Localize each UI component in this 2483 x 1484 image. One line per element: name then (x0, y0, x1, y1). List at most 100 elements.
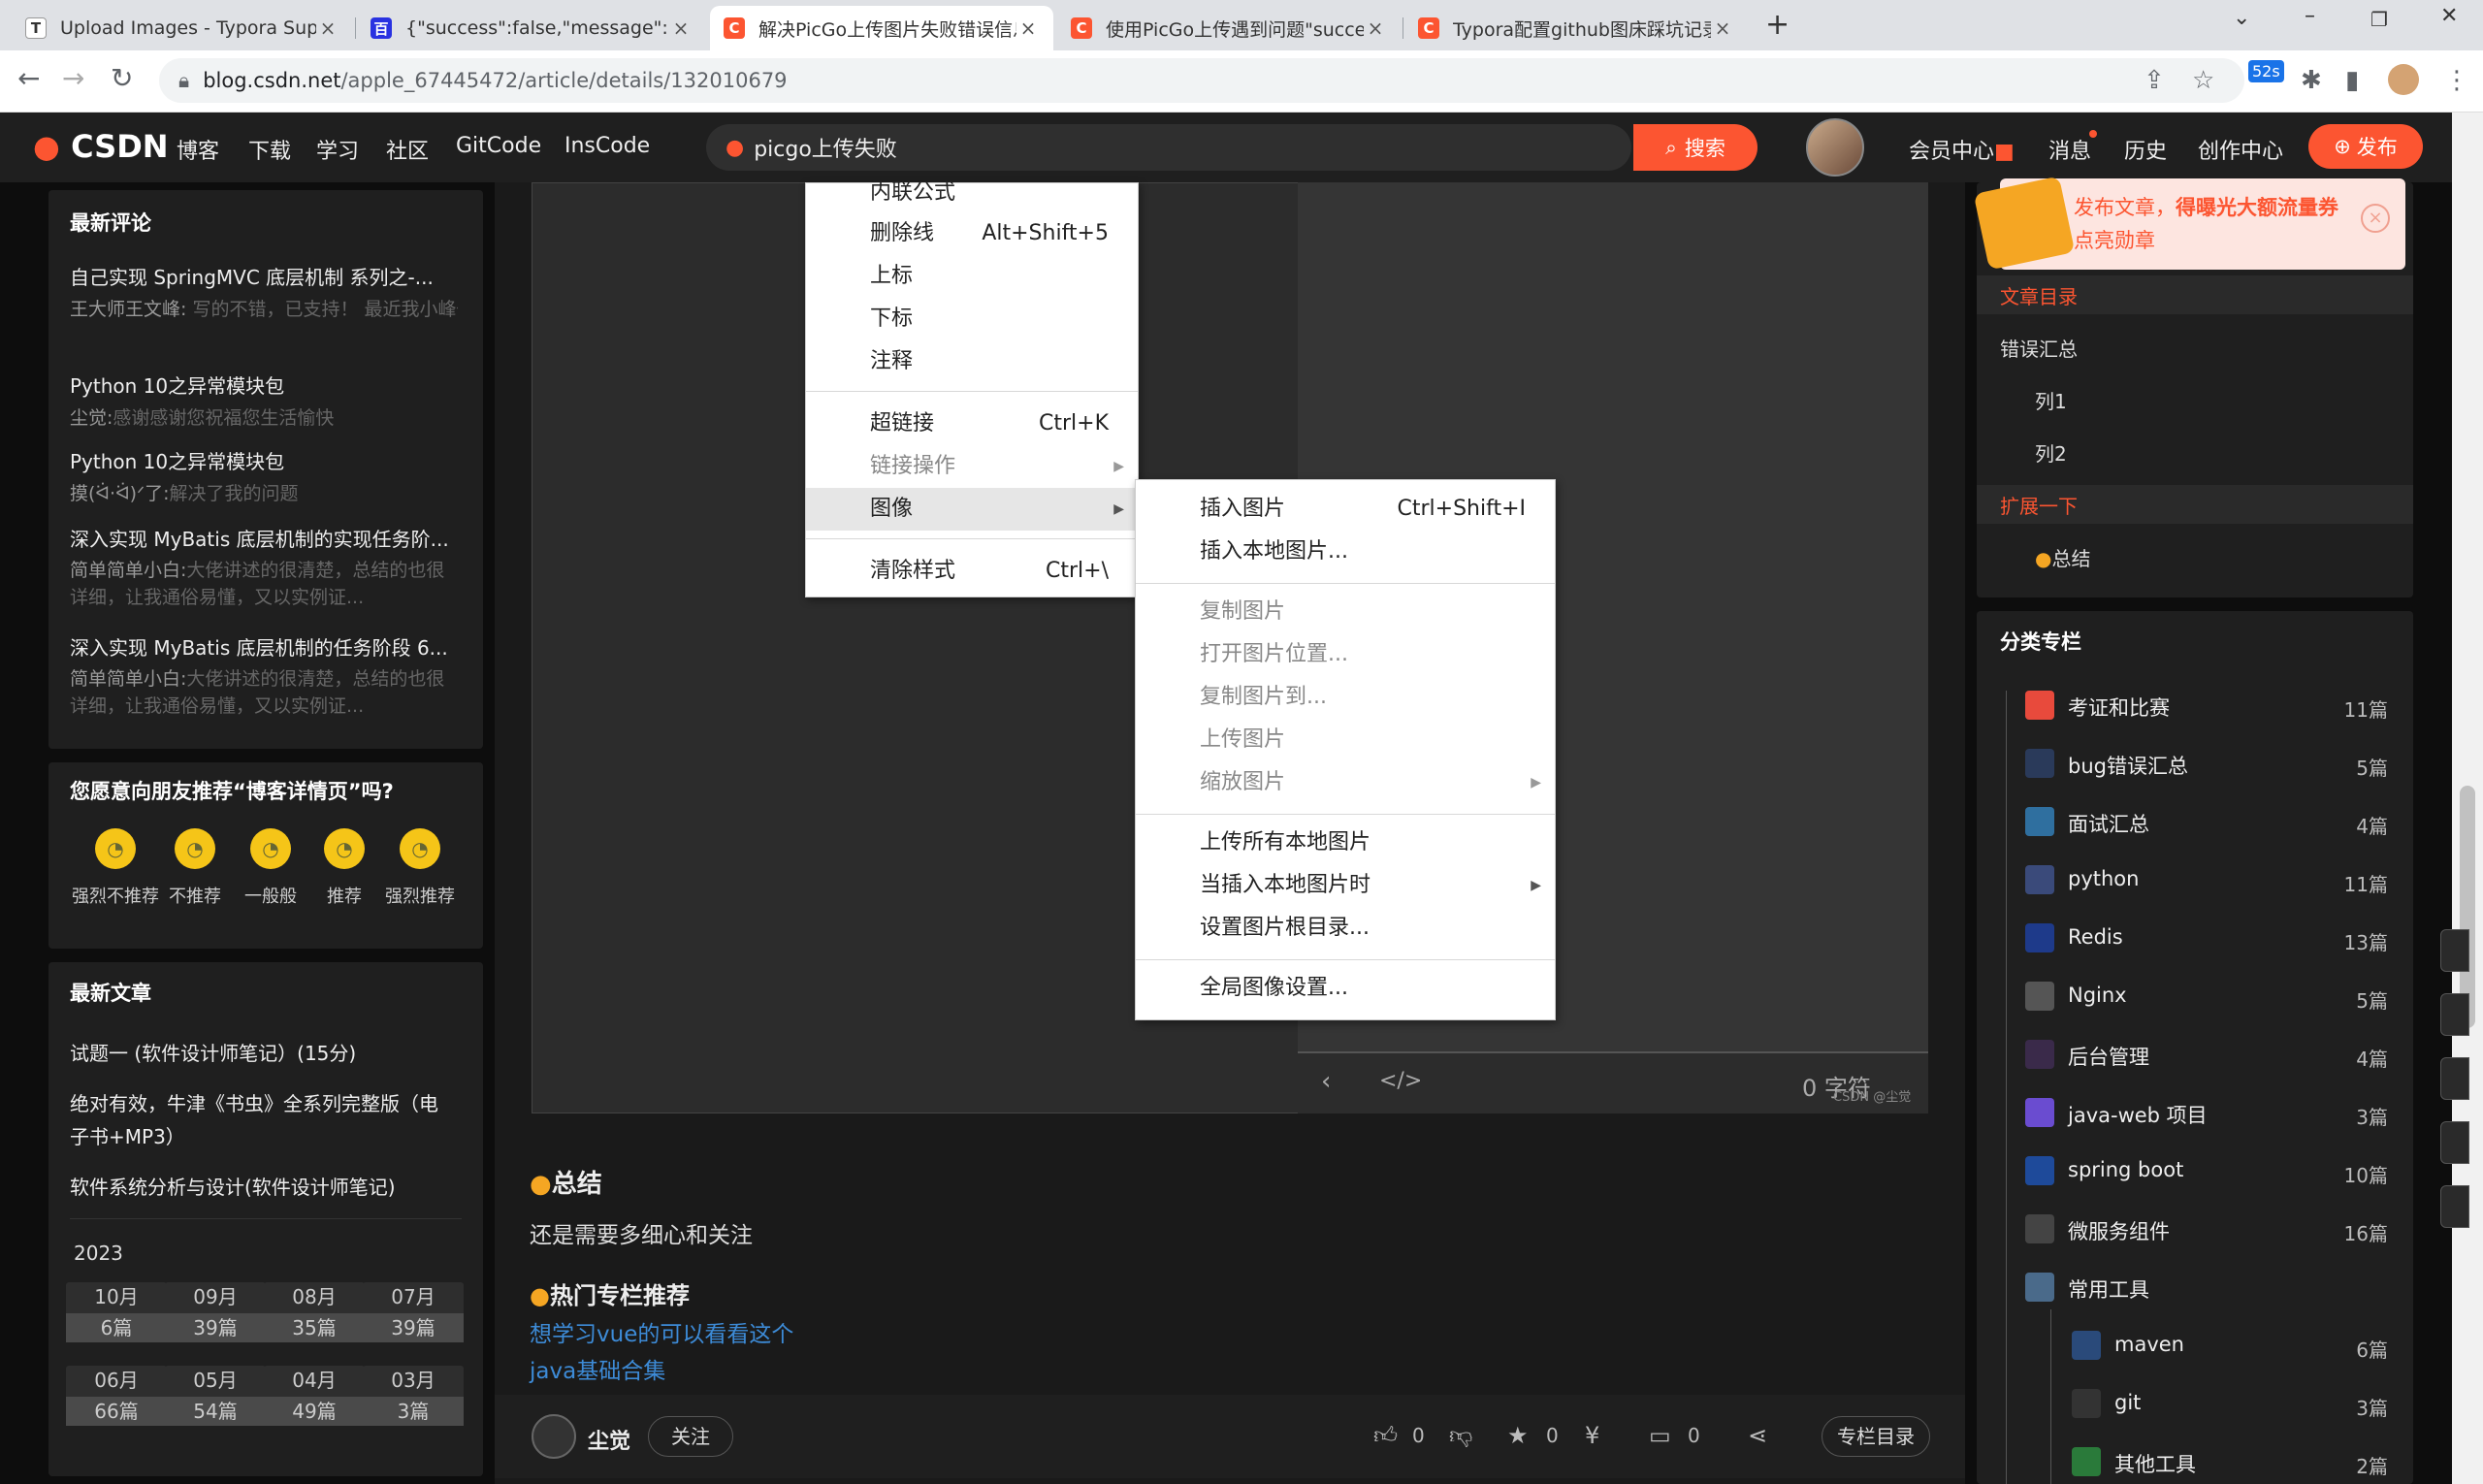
menu-item-strikethrough[interactable]: 删除线 Alt+Shift+5 (806, 212, 1138, 255)
latest-article-link[interactable]: 软件系统分析与设计(软件设计师笔记) (70, 1172, 396, 1200)
floating-tool-icon[interactable] (2440, 1121, 2469, 1164)
menu-item-zoom-image[interactable]: 缩放图片 ▶ (1136, 761, 1555, 804)
close-window-icon[interactable]: ✕ (2440, 4, 2458, 28)
archive-month[interactable]: 04月 49篇 (264, 1366, 365, 1426)
bookmark-star-icon[interactable]: ☆ (2192, 66, 2214, 95)
floating-tool-icon[interactable] (2440, 993, 2469, 1036)
browser-tab[interactable]: T Upload Images - Typora Supp × (12, 6, 353, 50)
menu-item-copy-image-to[interactable]: 复制图片到... (1136, 676, 1555, 719)
author-name[interactable]: 尘觉 (588, 1424, 630, 1455)
category-name[interactable]: 考证和比赛 (2068, 693, 2170, 722)
promo-banner[interactable]: 发布文章，得曝光大额流量券 点亮勋章 × (1973, 176, 2405, 271)
very-unhappy-face-icon[interactable]: ◔ (95, 828, 136, 869)
category-name[interactable]: 其他工具 (2114, 1449, 2196, 1478)
extensions-puzzle-icon[interactable]: ✱ (2301, 66, 2322, 95)
comment-article-link[interactable]: Python 10之异常模块包 (70, 371, 458, 399)
toc-item[interactable]: 错误汇总 (2000, 334, 2078, 362)
latest-article-link-cont[interactable]: 子书+MP3） (70, 1121, 185, 1149)
category-name[interactable]: Redis (2068, 925, 2123, 949)
category-name[interactable]: git (2114, 1391, 2141, 1414)
publish-button[interactable]: ⊕ 发布 (2308, 124, 2423, 169)
reload-icon[interactable]: ↻ (111, 62, 133, 94)
browser-tab[interactable]: C 使用PicGo上传遇到问题"succes × (1057, 6, 1401, 50)
nav-vip[interactable]: 会员中心■ (1909, 134, 2015, 165)
close-tab-icon[interactable]: × (1711, 16, 1734, 40)
menu-item-subscript[interactable]: 下标 (806, 298, 1138, 340)
share-icon[interactable]: ⇪ (2144, 66, 2165, 95)
nav-history[interactable]: 历史 (2124, 134, 2167, 165)
very-happy-face-icon[interactable]: ◔ (400, 828, 440, 869)
extension-timer-icon[interactable]: 52s (2248, 60, 2284, 82)
close-tab-icon[interactable]: × (1016, 16, 1040, 40)
toc-item-active[interactable]: 扩展一下 (2000, 491, 2078, 519)
menu-item-hyperlink[interactable]: 超链接 Ctrl+K (806, 403, 1138, 445)
nav-blog[interactable]: 博客 (177, 134, 219, 165)
comment-article-link[interactable]: 自己实现 SpringMVC 底层机制 系列之-... (70, 262, 458, 290)
menu-item-set-image-root[interactable]: 设置图片根目录... (1136, 907, 1555, 950)
archive-month[interactable]: 06月 66篇 (66, 1366, 167, 1426)
archive-month[interactable]: 05月 54篇 (165, 1366, 266, 1426)
nav-learn[interactable]: 学习 (316, 134, 359, 165)
menu-item-comment[interactable]: 注释 (806, 340, 1138, 383)
search-button[interactable]: ⌕ 搜索 (1633, 124, 1757, 171)
menu-item-when-insert-local-image[interactable]: 当插入本地图片时 ▶ (1136, 864, 1555, 907)
neutral-face-icon[interactable]: ◔ (250, 828, 291, 869)
browser-tab[interactable]: C Typora配置github图床踩坑记录 × (1404, 6, 1748, 50)
menu-item-copy-image[interactable]: 复制图片 (1136, 591, 1555, 633)
latest-article-link[interactable]: 绝对有效，牛津《书虫》全系列完整版（电 (70, 1088, 438, 1116)
comment-article-link[interactable]: 深入实现 MyBatis 底层机制的任务阶段 6... (70, 632, 458, 661)
category-name[interactable]: bug错误汇总 (2068, 751, 2188, 780)
scrollbar-thumb[interactable] (2460, 786, 2475, 1028)
comment-article-link[interactable]: Python 10之异常模块包 (70, 446, 458, 474)
category-name[interactable]: 面试汇总 (2068, 809, 2149, 838)
menu-item-image[interactable]: 图像 ▶ (806, 488, 1138, 531)
floating-help-icon[interactable] (2440, 929, 2469, 972)
column-catalog-button[interactable]: 专栏目录 (1822, 1416, 1930, 1457)
toc-item[interactable]: 列1 (2035, 386, 2067, 414)
back-arrow-icon[interactable]: ← (17, 62, 40, 94)
thumbs-up-icon[interactable]: 👍︎ (1373, 1422, 1398, 1450)
happy-face-icon[interactable]: ◔ (324, 828, 365, 869)
nav-creator-center[interactable]: 创作中心 (2198, 134, 2283, 165)
nav-messages[interactable]: 消息 (2048, 134, 2091, 165)
category-name[interactable]: 常用工具 (2068, 1274, 2149, 1304)
floating-tool-icon[interactable] (2440, 1057, 2469, 1100)
nav-gitcode[interactable]: GitCode (456, 134, 541, 158)
browser-tab[interactable]: 百 {"success":false,"message":"up × (357, 6, 706, 50)
reward-icon[interactable]: ¥ (1585, 1422, 1599, 1449)
menu-item-global-image-settings[interactable]: 全局图像设置... (1136, 967, 1555, 1010)
recommend-link-java[interactable]: java基础合集 (530, 1352, 665, 1385)
category-name[interactable]: spring boot (2068, 1158, 2183, 1181)
close-tab-icon[interactable]: × (1364, 16, 1387, 40)
new-tab-button[interactable]: + (1765, 8, 1790, 42)
archive-month[interactable]: 09月 39篇 (165, 1282, 266, 1342)
floating-tool-icon[interactable] (2440, 1185, 2469, 1228)
menu-item-insert-local-image[interactable]: 插入本地图片... (1136, 531, 1555, 573)
nav-download[interactable]: 下载 (248, 134, 291, 165)
category-name[interactable]: java-web 项目 (2068, 1100, 2208, 1129)
close-tab-icon[interactable]: × (669, 16, 693, 40)
menu-item-open-image-location[interactable]: 打开图片位置... (1136, 633, 1555, 676)
kebab-menu-icon[interactable]: ⋮ (2444, 66, 2469, 95)
recommend-link-vue[interactable]: 想学习vue的可以看看这个 (530, 1315, 793, 1348)
comment-article-link[interactable]: 深入实现 MyBatis 底层机制的实现任务阶... (70, 524, 458, 552)
category-name[interactable]: maven (2114, 1333, 2184, 1356)
menu-item-upload-image[interactable]: 上传图片 (1136, 719, 1555, 761)
search-input[interactable]: ● picgo上传失败 (706, 124, 1631, 171)
menu-item-inline-formula[interactable]: 内联公式 (806, 174, 1138, 212)
restore-icon[interactable]: ❐ (2370, 8, 2388, 31)
category-name[interactable]: 后台管理 (2068, 1042, 2149, 1071)
toc-item[interactable]: 列2 (2035, 438, 2067, 467)
latest-article-link[interactable]: 试题一 (软件设计师笔记）(15分) (70, 1038, 356, 1066)
archive-month[interactable]: 07月 39篇 (363, 1282, 464, 1342)
profile-avatar[interactable] (2388, 64, 2419, 95)
share-icon[interactable]: ⋖ (1748, 1422, 1767, 1449)
minimize-icon[interactable]: – (2305, 4, 2315, 28)
archive-month[interactable]: 08月 35篇 (264, 1282, 365, 1342)
menu-item-insert-image[interactable]: 插入图片 Ctrl+Shift+I (1136, 488, 1555, 531)
category-name[interactable]: 微服务组件 (2068, 1216, 2170, 1245)
close-icon[interactable]: × (2361, 204, 2390, 233)
browser-tab-active[interactable]: C 解决PicGo上传图片失败错误信息 × (710, 6, 1053, 50)
side-panel-icon[interactable]: ▮ (2345, 66, 2359, 95)
follow-button[interactable]: 关注 (648, 1416, 733, 1457)
